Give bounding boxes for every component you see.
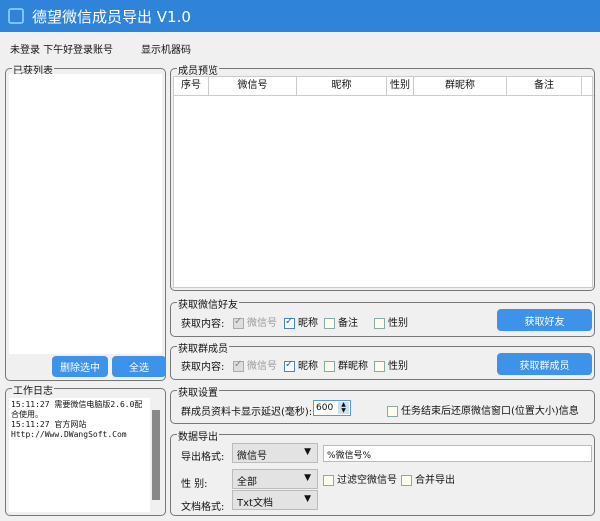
get-members-group: 获取群成员 获取内容: 微信号 昵称 群昵称 性别 获取群成员 [170, 340, 595, 380]
member-table[interactable]: 序号 微信号 昵称 性别 群昵称 备注 [173, 76, 594, 288]
doc-format-label: 文档格式: [181, 502, 225, 513]
filter-empty-checkbox[interactable]: 过滤空微信号 [323, 471, 397, 486]
format-select[interactable]: 微信号 ▼ [232, 443, 318, 463]
title-bar: 德望微信成员导出 V1.0 [0, 0, 600, 32]
delete-selected-button[interactable]: 删除选中 [52, 356, 108, 377]
obtained-list[interactable] [9, 74, 162, 354]
header-divider [174, 95, 594, 96]
group-label: 数据导出 [177, 428, 219, 443]
select-all-button[interactable]: 全选 [112, 356, 166, 377]
column-header[interactable]: 昵称 [297, 77, 387, 95]
dropdown-arrow-icon: ▼ [304, 494, 311, 504]
login-status: 未登录 下午好 [10, 45, 74, 56]
log-line: Http://Www.DWangSoft.Com [11, 430, 127, 439]
app-logo-icon [8, 8, 24, 24]
dropdown-arrow-icon: ▼ [304, 473, 311, 483]
column-header[interactable]: 性别 [387, 77, 414, 95]
login-link[interactable]: 登录账号 [73, 41, 113, 56]
friends-wechat-id-checkbox[interactable]: 微信号 [233, 314, 277, 329]
friends-gender-checkbox[interactable]: 性别 [374, 314, 408, 329]
window-title: 德望微信成员导出 V1.0 [32, 8, 191, 26]
member-preview-group: 成员预览 序号 微信号 昵称 性别 群昵称 备注 [170, 62, 595, 291]
work-log-group: 工作日志 15:11:27 需要微信电脑版2.6.0配合使用。 15:11:27… [5, 382, 166, 516]
group-label: 工作日志 [12, 382, 54, 397]
group-label: 获取微信好友 [177, 296, 239, 311]
content-label: 获取内容: [181, 362, 225, 373]
restore-window-checkbox[interactable]: 任务结束后还原微信窗口(位置大小)信息 [387, 402, 579, 417]
scrollbar-thumb[interactable] [152, 410, 160, 500]
format-label: 导出格式: [181, 452, 225, 463]
members-nickname-checkbox[interactable]: 昵称 [284, 357, 318, 372]
log-scrollbar[interactable] [150, 398, 162, 512]
gender-label: 性 别: [181, 479, 208, 490]
gender-select[interactable]: 全部 ▼ [232, 469, 318, 489]
dropdown-arrow-icon: ▼ [304, 447, 311, 457]
merge-export-checkbox[interactable]: 合并导出 [401, 471, 455, 486]
friends-remark-checkbox[interactable]: 备注 [324, 314, 358, 329]
group-label: 获取设置 [177, 384, 219, 399]
content-label: 获取内容: [181, 319, 225, 330]
group-label: 获取群成员 [177, 340, 229, 355]
members-group-nickname-checkbox[interactable]: 群昵称 [324, 357, 368, 372]
spinner-arrows-icon[interactable]: ▲ ▼ [338, 402, 349, 414]
doc-format-select[interactable]: Txt文档 ▼ [232, 490, 318, 510]
export-group: 数据导出 导出格式: 微信号 ▼ %微信号% 性 别: 全部 ▼ 过滤空微信号 合并… [170, 428, 595, 516]
members-wechat-id-checkbox[interactable]: 微信号 [233, 357, 277, 372]
log-line: 15:11:27 官方网站 [11, 420, 87, 429]
column-header[interactable]: 序号 [174, 77, 209, 95]
get-friends-group: 获取微信好友 获取内容: 微信号 昵称 备注 性别 获取好友 [170, 296, 595, 337]
log-line: 15:11:27 需要微信电脑版2.6.0配合使用。 [11, 400, 143, 419]
friends-nickname-checkbox[interactable]: 昵称 [284, 314, 318, 329]
delay-label: 群成员资料卡显示延迟(毫秒): [181, 407, 313, 418]
members-gender-checkbox[interactable]: 性别 [374, 357, 408, 372]
get-members-button[interactable]: 获取群成员 [497, 353, 592, 375]
settings-group: 获取设置 群成员资料卡显示延迟(毫秒): 600 ▲ ▼ 任务结束后还原微信窗口(… [170, 384, 595, 424]
log-textarea[interactable]: 15:11:27 需要微信电脑版2.6.0配合使用。 15:11:27 官方网站… [9, 398, 162, 512]
delay-spinner[interactable]: 600 ▲ ▼ [313, 400, 351, 416]
template-input[interactable]: %微信号% [323, 445, 592, 462]
machine-code-link[interactable]: 显示机器码 [141, 41, 191, 56]
column-header[interactable]: 备注 [507, 77, 582, 95]
get-friends-button[interactable]: 获取好友 [497, 309, 592, 331]
obtained-list-group: 已获列表 删除选中 全选 [5, 62, 166, 381]
column-header[interactable]: 群昵称 [414, 77, 507, 95]
group-label: 成员预览 [177, 62, 219, 77]
column-header[interactable]: 微信号 [209, 77, 297, 95]
delay-value: 600 [316, 403, 334, 413]
